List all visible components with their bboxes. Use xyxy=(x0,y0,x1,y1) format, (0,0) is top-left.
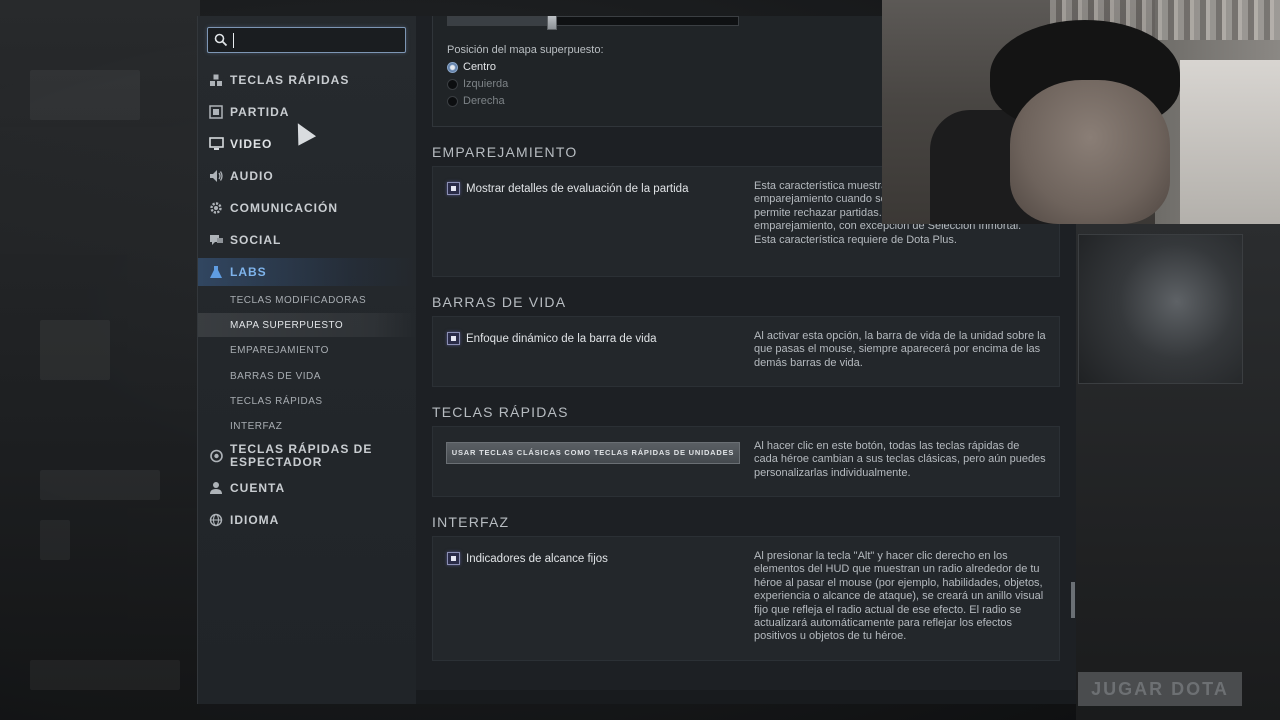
health-bars-description: Al activar esta opción, la barra de vida… xyxy=(754,330,1046,369)
sidebar-item-teclas-espectador[interactable]: TECLAS RÁPIDAS DE ESPECTADOR xyxy=(198,440,417,472)
radio-dot xyxy=(447,95,458,107)
text-caret xyxy=(233,33,234,48)
sidebar-item-label: PARTIDA xyxy=(230,105,290,119)
search-box[interactable] xyxy=(207,27,406,53)
position-title: Posición del mapa superpuesto: xyxy=(447,44,604,56)
checkbox-label: Indicadores de alcance fijos xyxy=(466,552,608,565)
game-icon xyxy=(207,103,225,121)
sidebar-item-label: TECLAS RÁPIDAS DE ESPECTADOR xyxy=(230,442,373,469)
health-bars-panel: Enfoque dinámico de la barra de vida Al … xyxy=(432,316,1060,387)
radio-derecha[interactable]: Derecha xyxy=(447,93,505,109)
radio-dot xyxy=(447,78,458,90)
subitem-label: BARRAS DE VIDA xyxy=(230,370,321,382)
subitem-mapa-superpuesto[interactable]: MAPA SUPERPUESTO xyxy=(198,313,417,337)
subitem-teclas-rapidas[interactable]: TECLAS RÁPIDAS xyxy=(198,389,417,413)
sidebar-item-comunicacion[interactable]: COMUNICACIÓN xyxy=(198,194,417,222)
section-title-interfaz: INTERFAZ xyxy=(432,514,510,530)
fixed-range-indicators-checkbox[interactable]: Indicadores de alcance fijos xyxy=(447,552,608,565)
sidebar-item-label: VIDEO xyxy=(230,137,273,151)
webcam-person-face xyxy=(1010,80,1170,224)
radio-izquierda[interactable]: Izquierda xyxy=(447,76,508,92)
radio-centro[interactable]: Centro xyxy=(447,59,496,75)
subitem-teclas-modificadoras[interactable]: TECLAS MODIFICADORAS xyxy=(198,288,417,312)
subitem-label: TECLAS MODIFICADORAS xyxy=(230,294,367,306)
radio-label: Izquierda xyxy=(463,78,509,90)
checkbox-label: Enfoque dinámico de la barra de vida xyxy=(466,332,657,345)
radio-label: Centro xyxy=(463,61,497,73)
user-icon xyxy=(207,479,225,497)
sidebar-item-label: SOCIAL xyxy=(230,233,282,247)
sidebar-item-teclas-rapidas[interactable]: TECLAS RÁPIDAS xyxy=(198,66,417,94)
slider-fill xyxy=(448,17,552,25)
section-title-teclas-rapidas: TECLAS RÁPIDAS xyxy=(432,404,569,420)
radio-dot xyxy=(447,61,458,73)
subitem-barras-de-vida[interactable]: BARRAS DE VIDA xyxy=(198,364,417,388)
content-scrollbar[interactable] xyxy=(1071,582,1075,618)
search-input[interactable] xyxy=(232,31,400,49)
checkbox-box xyxy=(447,182,460,195)
subitem-label: TECLAS RÁPIDAS xyxy=(230,395,323,407)
globe-icon xyxy=(207,511,225,529)
sidebar-item-social[interactable]: SOCIAL xyxy=(198,226,417,254)
overlay-map-slider[interactable] xyxy=(447,16,739,30)
match-details-checkbox[interactable]: Mostrar detalles de evaluación de la par… xyxy=(447,182,688,195)
sidebar-item-idioma[interactable]: IDIOMA xyxy=(198,506,417,534)
subitem-emparejamiento[interactable]: EMPAREJAMIENTO xyxy=(198,338,417,362)
dynamic-health-bar-checkbox[interactable]: Enfoque dinámico de la barra de vida xyxy=(447,332,657,345)
hotkeys-icon xyxy=(207,71,225,89)
sidebar-item-audio[interactable]: AUDIO xyxy=(198,162,417,190)
background-play-button: JUGAR DOTA xyxy=(1078,672,1242,706)
hotkeys-description: Al hacer clic en este botón, todas las t… xyxy=(754,440,1046,479)
hotkeys-panel: USAR TECLAS CLÁSICAS COMO TECLAS RÁPIDAS… xyxy=(432,426,1060,497)
sidebar-item-label: LABS xyxy=(230,265,267,279)
sidebar-item-label: COMUNICACIÓN xyxy=(230,201,338,215)
sidebar-item-label: IDIOMA xyxy=(230,513,280,527)
subitem-label: EMPAREJAMIENTO xyxy=(230,344,329,356)
chat-icon xyxy=(207,231,225,249)
checkbox-label: Mostrar detalles de evaluación de la par… xyxy=(466,182,689,195)
sidebar-item-cuenta[interactable]: CUENTA xyxy=(198,474,417,502)
slider-thumb[interactable] xyxy=(547,16,557,30)
background-hero-card xyxy=(1078,234,1243,384)
search-icon xyxy=(214,33,228,47)
screen: JUGAR DOTA TECLAS RÁPIDAS PARTIDA VIDEO … xyxy=(0,0,1280,720)
interface-panel: Indicadores de alcance fijos Al presiona… xyxy=(432,536,1060,661)
checkbox-box xyxy=(447,552,460,565)
radio-label: Derecha xyxy=(463,95,505,107)
flask-icon xyxy=(207,263,225,281)
webcam-wall xyxy=(1180,60,1280,224)
classic-hotkeys-button[interactable]: USAR TECLAS CLÁSICAS COMO TECLAS RÁPIDAS… xyxy=(446,442,740,464)
interface-description: Al presionar la tecla "Alt" y hacer clic… xyxy=(754,550,1044,643)
speaker-icon xyxy=(207,167,225,185)
subitem-interfaz[interactable]: INTERFAZ xyxy=(198,414,417,438)
sidebar-item-label: TECLAS RÁPIDAS xyxy=(230,73,350,87)
gear-icon xyxy=(207,199,225,217)
sidebar-item-label: AUDIO xyxy=(230,169,274,183)
background-client-sidebar xyxy=(0,0,200,720)
monitor-icon xyxy=(207,135,225,153)
section-title-emparejamiento: EMPAREJAMIENTO xyxy=(432,144,578,160)
subitem-label: MAPA SUPERPUESTO xyxy=(230,319,344,331)
spectator-icon xyxy=(207,447,225,465)
section-title-barras-de-vida: BARRAS DE VIDA xyxy=(432,294,567,310)
checkbox-box xyxy=(447,332,460,345)
subitem-label: INTERFAZ xyxy=(230,420,283,432)
sidebar-item-labs[interactable]: LABS xyxy=(198,258,417,286)
sidebar-item-label: CUENTA xyxy=(230,481,286,495)
